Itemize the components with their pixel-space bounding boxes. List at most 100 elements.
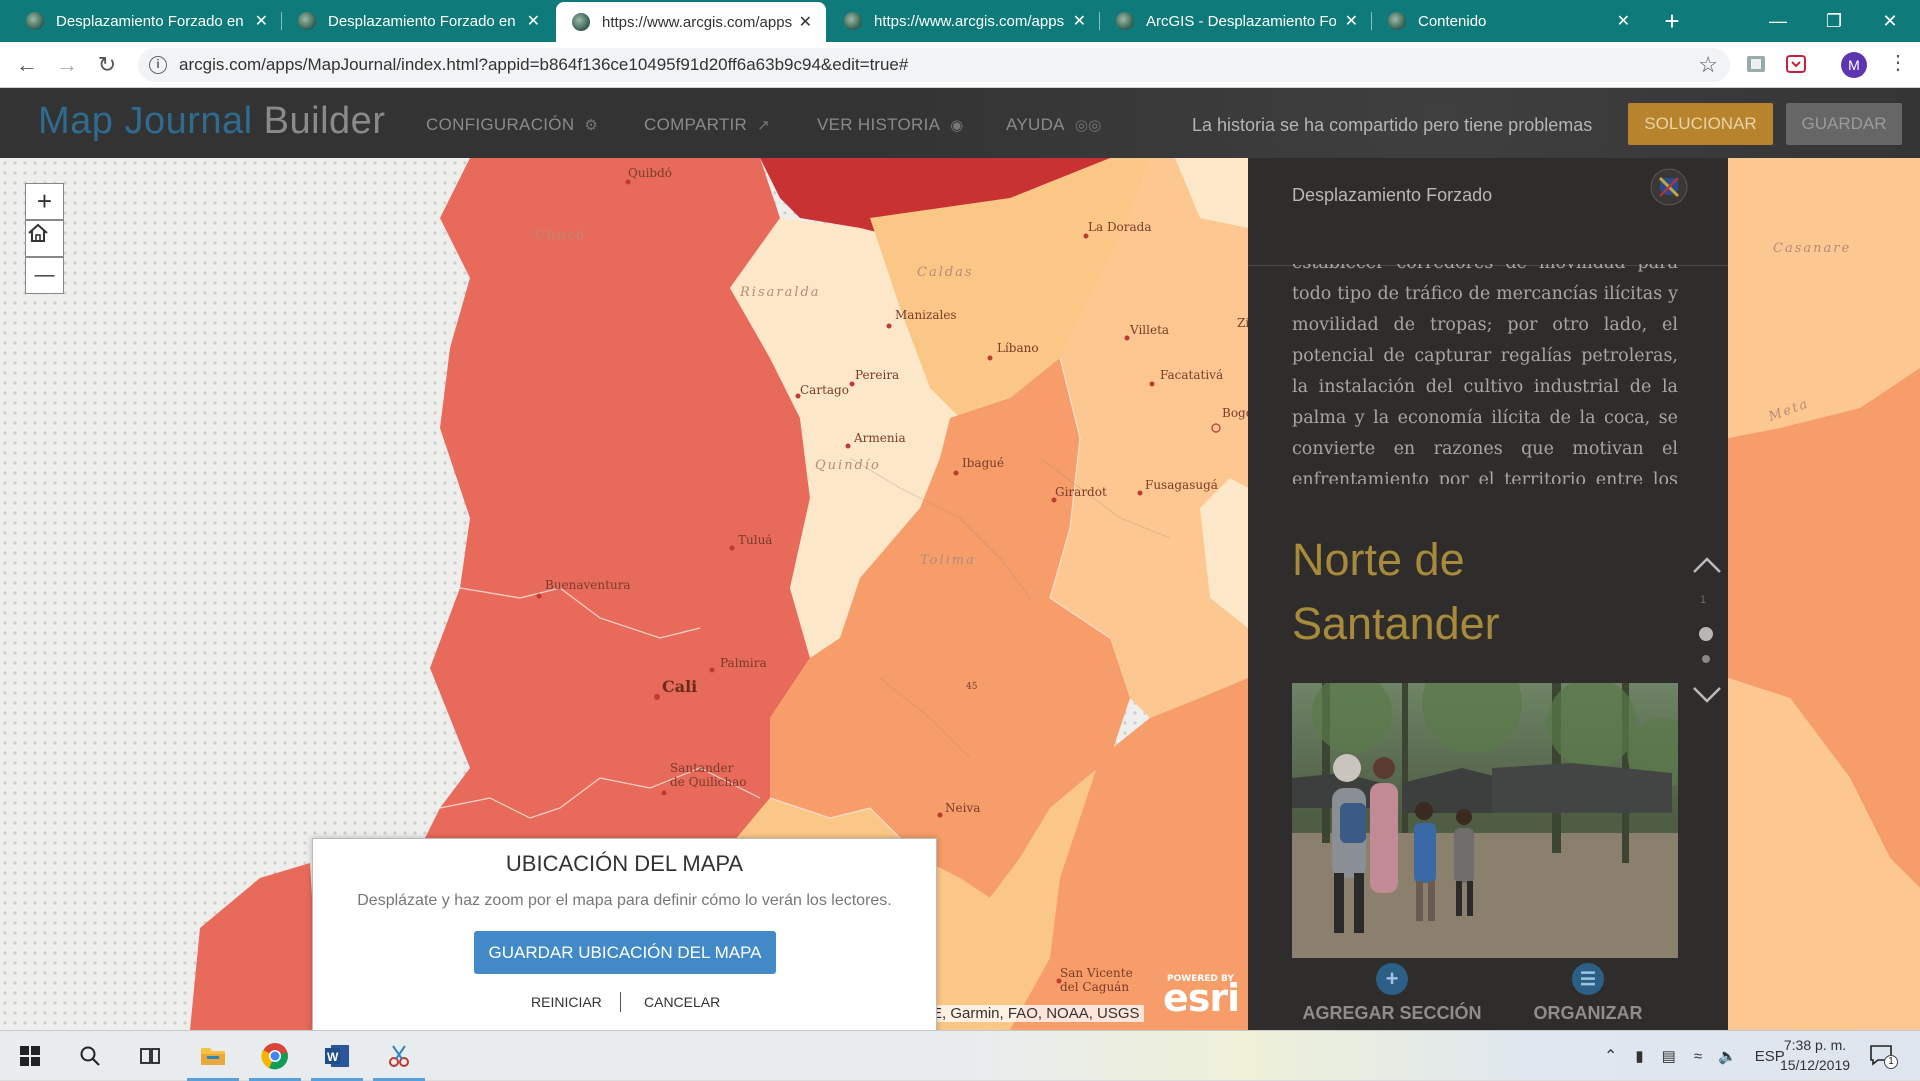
cancel-link[interactable]: CANCELAR — [644, 994, 720, 1010]
reload-icon[interactable]: ↻ — [92, 50, 122, 80]
close-tab-icon[interactable]: ✕ — [1617, 11, 1630, 31]
zoom-out-button[interactable]: — — [25, 257, 64, 294]
minimize-icon[interactable]: — — [1750, 0, 1806, 42]
fix-button[interactable]: SOLUCIONAR — [1628, 103, 1773, 145]
add-section-button[interactable]: + AGREGAR SECCIÓN — [1292, 963, 1492, 1024]
task-view-button[interactable] — [120, 1031, 180, 1081]
globe-icon — [844, 12, 862, 30]
pocket-extension-icon[interactable] — [1785, 53, 1807, 75]
share-menu[interactable]: COMPARTIR ↗ — [644, 115, 770, 135]
chrome-icon — [261, 1043, 288, 1070]
extension-icon[interactable] — [1745, 53, 1767, 75]
globe-icon — [26, 12, 44, 30]
view-story-menu[interactable]: VER HISTORIA ◉ — [817, 115, 964, 135]
eye-icon: ◉ — [950, 117, 964, 134]
close-tab-icon[interactable]: ✕ — [1073, 11, 1086, 31]
displaced-families-photo — [1292, 683, 1678, 958]
home-button[interactable] — [25, 220, 64, 257]
notification-count-badge: 1 — [1884, 1055, 1898, 1069]
esri-logo: POWERED BY esri — [1163, 974, 1240, 1020]
task-view-icon — [140, 1048, 160, 1064]
snipping-tool-button[interactable] — [369, 1031, 429, 1081]
builder-header: Map Journal Builder CONFIGURACIÓN ⚙ COMPA… — [0, 88, 1920, 158]
app-logo: Map Journal Builder — [38, 100, 386, 142]
browser-tab[interactable]: Desplazamiento Forzado en C ✕ — [282, 0, 554, 42]
globe-icon — [1388, 12, 1406, 30]
list-icon: ☰ — [1572, 963, 1604, 995]
browser-menu-icon[interactable]: ⋮ — [1888, 50, 1908, 75]
browser-tab-bar: Desplazamiento Forzado en C ✕ Desplazami… — [0, 0, 1920, 42]
address-bar: ← → ↻ i arcgis.com/apps/MapJournal/index… — [0, 42, 1920, 88]
settings-menu[interactable]: CONFIGURACIÓN ⚙ — [426, 115, 598, 135]
system-tray: ⌃ ▮ ▤ ≈ 🔈 ESP — [1604, 1031, 1785, 1081]
tab-title: https://www.arcgis.com/apps — [602, 13, 792, 31]
department-label: Casanare — [1773, 241, 1852, 256]
save-map-location-button[interactable]: GUARDAR UBICACIÓN DEL MAPA — [474, 931, 776, 974]
network-icon[interactable]: ▤ — [1662, 1047, 1676, 1065]
start-button[interactable] — [0, 1031, 60, 1081]
globe-icon — [572, 13, 590, 31]
tab-title: Desplazamiento Forzado en C — [328, 12, 518, 30]
close-window-icon[interactable]: ✕ — [1862, 0, 1918, 42]
bookmark-star-icon[interactable]: ☆ — [1698, 52, 1718, 78]
home-icon — [28, 223, 48, 242]
map-location-dialog: UBICACIÓN DEL MAPA Desplázate y haz zoom… — [312, 838, 937, 1038]
wifi-icon[interactable]: ≈ — [1694, 1048, 1702, 1065]
back-icon[interactable]: ← — [12, 50, 42, 80]
save-button[interactable]: GUARDAR — [1786, 103, 1902, 145]
section-dot[interactable] — [1702, 655, 1710, 663]
globe-icon — [1116, 12, 1134, 30]
previous-section-chevron-icon[interactable] — [1690, 550, 1724, 580]
institution-crest-logo — [1650, 168, 1688, 206]
close-tab-icon[interactable]: ✕ — [799, 12, 812, 32]
svg-text:W: W — [327, 1050, 339, 1064]
file-explorer-button[interactable] — [183, 1031, 243, 1081]
story-title: Desplazamiento Forzado — [1292, 185, 1493, 205]
map-attribution: E, Garmin, FAO, NOAA, USGS — [928, 1005, 1144, 1022]
clock-time: 7:38 p. m. — [1783, 1037, 1847, 1053]
zoom-in-button[interactable]: + — [25, 183, 64, 220]
notifications-button[interactable]: 1 — [1868, 1043, 1898, 1069]
windows-logo-icon — [20, 1046, 40, 1066]
globe-icon — [298, 12, 316, 30]
tab-title: Desplazamiento Forzado en C — [56, 12, 246, 30]
url-field[interactable]: i arcgis.com/apps/MapJournal/index.html?… — [138, 48, 1730, 82]
binoculars-icon: ◎◎ — [1074, 117, 1102, 134]
url-text[interactable]: arcgis.com/apps/MapJournal/index.html?ap… — [179, 55, 908, 75]
battery-icon[interactable]: ▮ — [1635, 1047, 1643, 1065]
tab-title: ArcGIS - Desplazamiento For — [1146, 12, 1336, 30]
clock[interactable]: 7:38 p. m. 15/12/2019 — [1760, 1035, 1870, 1075]
plus-icon: + — [1376, 963, 1408, 995]
close-tab-icon[interactable]: ✕ — [255, 11, 268, 31]
story-body-text[interactable]: establecer corredores de movilidad para … — [1292, 264, 1678, 484]
panel-header: Desplazamiento Forzado — [1248, 158, 1728, 266]
help-menu[interactable]: AYUDA ◎◎ — [1006, 115, 1102, 135]
section-page-number: 1 — [1700, 594, 1707, 606]
new-tab-button[interactable]: + — [1657, 6, 1687, 37]
browser-tab[interactable]: Desplazamiento Forzado en C ✕ — [10, 0, 282, 42]
search-icon — [80, 1046, 100, 1066]
clock-date: 15/12/2019 — [1779, 1057, 1851, 1073]
reset-link[interactable]: REINICIAR — [531, 994, 602, 1010]
profile-avatar[interactable]: M — [1841, 52, 1867, 78]
close-tab-icon[interactable]: ✕ — [527, 11, 540, 31]
organize-button[interactable]: ☰ ORGANIZAR — [1498, 963, 1678, 1024]
browser-tab[interactable]: Contenido ✕ — [1372, 0, 1644, 42]
section-photo[interactable] — [1292, 683, 1678, 958]
restore-icon[interactable]: ❐ — [1806, 0, 1862, 42]
site-info-icon[interactable]: i — [149, 56, 167, 74]
browser-tab[interactable]: https://www.arcgis.com/apps ✕ — [828, 0, 1100, 42]
next-section-chevron-icon[interactable] — [1690, 680, 1724, 710]
section-dot-active[interactable] — [1699, 627, 1713, 641]
divider — [620, 992, 621, 1012]
word-button[interactable]: W — [307, 1031, 367, 1081]
forward-icon[interactable]: → — [52, 50, 82, 80]
browser-tab[interactable]: ArcGIS - Desplazamiento For ✕ — [1100, 0, 1372, 42]
browser-tab-active[interactable]: https://www.arcgis.com/apps ✕ — [556, 2, 826, 42]
chevron-up-icon[interactable]: ⌃ — [1604, 1046, 1617, 1066]
volume-icon[interactable]: 🔈 — [1718, 1047, 1737, 1065]
close-tab-icon[interactable]: ✕ — [1345, 11, 1358, 31]
folder-icon — [201, 1048, 225, 1065]
search-button[interactable] — [60, 1031, 120, 1081]
chrome-button[interactable] — [245, 1031, 305, 1081]
